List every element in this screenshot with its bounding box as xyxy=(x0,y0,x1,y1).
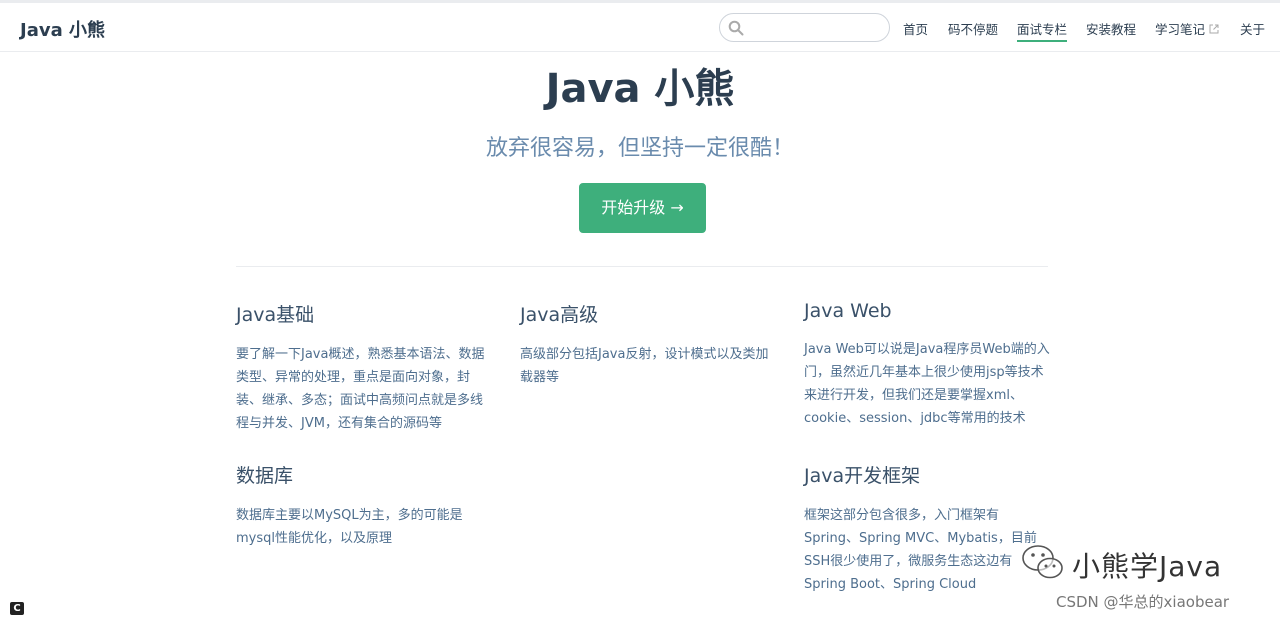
feature-title: Java开发框架 xyxy=(804,465,921,487)
divider xyxy=(236,266,1048,267)
feature-java-web: Java Web Java Web可以说是Java程序员Web端的入门，虽然近几… xyxy=(804,300,1052,430)
corner-badge: C xyxy=(10,602,24,615)
search-input[interactable] xyxy=(748,18,883,38)
feature-details: 高级部分包括Java反射，设计模式以及类加载器等 xyxy=(520,347,769,385)
wechat-logo-icon xyxy=(1022,545,1063,579)
nav-item-coding-problems[interactable]: 码不停题 xyxy=(948,19,998,38)
feature-database: 数据库 数据库主要以MySQL为主，多的可能是mysql性能优化，以及原理 xyxy=(236,461,486,550)
hero-description: 放弃很容易，但坚持一定很酷！ xyxy=(485,136,794,161)
search-box[interactable] xyxy=(719,13,890,42)
external-link-icon xyxy=(1209,24,1219,34)
feature-title: Java高级 xyxy=(520,304,599,326)
nav-item-home[interactable]: 首页 xyxy=(903,19,928,38)
feature-details: 数据库主要以MySQL为主，多的可能是mysql性能优化，以及原理 xyxy=(236,508,463,546)
feature-title: Java基础 xyxy=(236,304,315,326)
nav-item-about[interactable]: 关于 xyxy=(1240,19,1265,38)
start-button[interactable]: 开始升级 → xyxy=(579,183,706,233)
search-icon xyxy=(728,20,744,36)
feature-java-frameworks: Java开发框架 框架这部分包含很多，入门框架有Spring、Spring MV… xyxy=(804,461,1039,596)
feature-details: 框架这部分包含很多，入门框架有Spring、Spring MVC、Mybatis… xyxy=(804,508,1037,592)
feature-title: Java Web xyxy=(804,300,892,322)
feature-java-basics: Java基础 要了解一下Java概述，熟悉基本语法、数据类型、异常的处理，重点是… xyxy=(236,300,486,435)
feature-details: Java Web可以说是Java程序员Web端的入门，虽然近几年基本上很少使用j… xyxy=(804,342,1050,426)
nav-item-install-guide[interactable]: 安装教程 xyxy=(1086,19,1136,38)
watermark-brand: 小熊学Java xyxy=(1072,550,1223,583)
site-name[interactable]: Java 小熊 xyxy=(20,16,105,42)
feature-java-advanced: Java高级 高级部分包括Java反射，设计模式以及类加载器等 xyxy=(520,300,770,389)
feature-details: 要了解一下Java概述，熟悉基本语法、数据类型、异常的处理，重点是面向对象，封装… xyxy=(236,347,485,431)
navbar: Java 小熊 首页 码不停题 面试专栏 安装教程 学习笔记 关于 xyxy=(0,3,1280,52)
nav-item-study-notes-label: 学习笔记 xyxy=(1155,22,1206,37)
nav-item-study-notes[interactable]: 学习笔记 xyxy=(1155,19,1219,38)
feature-title: 数据库 xyxy=(236,465,294,487)
hero-title: Java 小熊 xyxy=(545,66,735,112)
nav-item-interview[interactable]: 面试专栏 xyxy=(1017,19,1068,42)
watermark-csdn: CSDN @华总的xiaobear xyxy=(1056,593,1230,611)
